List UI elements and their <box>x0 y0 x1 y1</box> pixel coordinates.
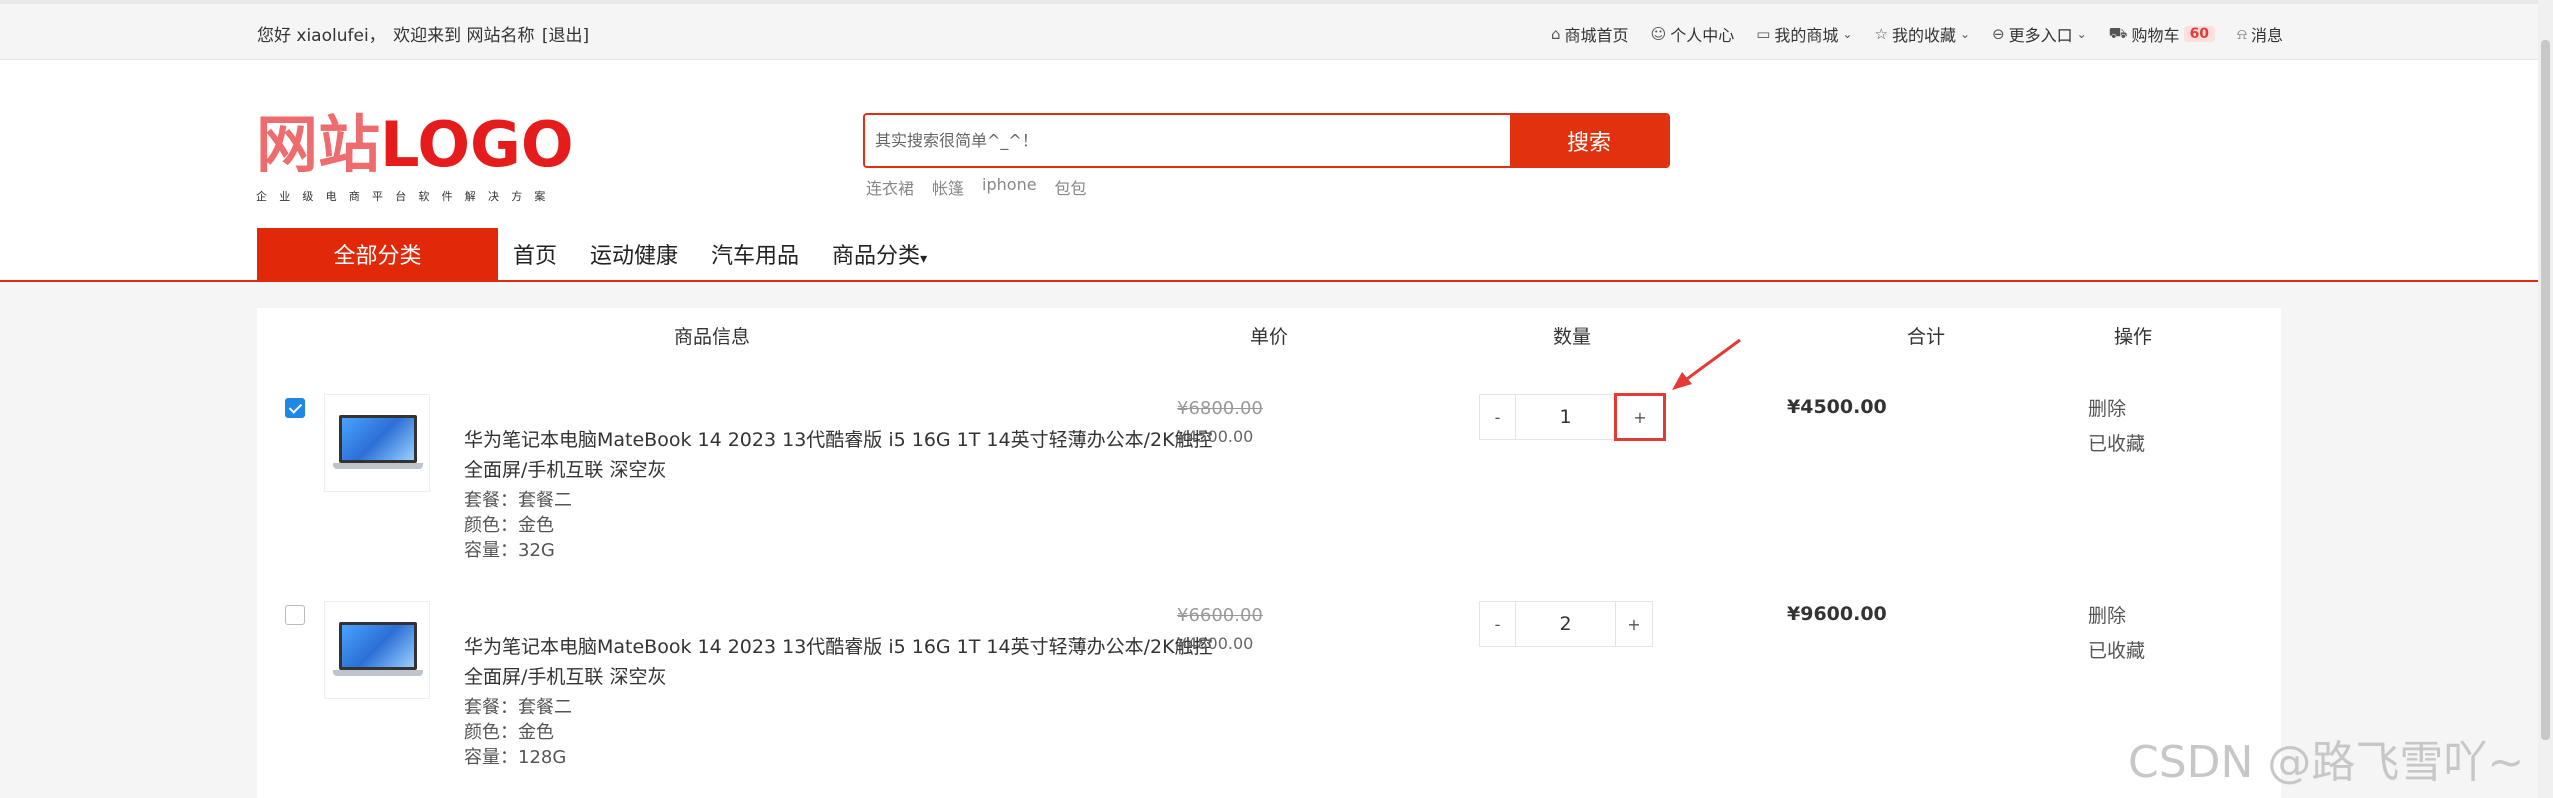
user-icon: ☺ <box>1650 25 1667 43</box>
nav-messages[interactable]: ⍾ 消息 <box>2237 22 2283 46</box>
chevron-down-icon: ⌄ <box>1842 27 1853 41</box>
cart-row: 华为笔记本电脑MateBook 14 2023 13代酷睿版 i5 16G 1T… <box>257 515 2281 768</box>
quantity-value[interactable]: 1 <box>1516 395 1616 439</box>
nav-my-shop-label: 我的商城 <box>1774 26 1839 45</box>
nav-item-categories-label: 商品分类 <box>832 244 921 269</box>
nav-item-home[interactable]: 首页 <box>513 238 557 270</box>
welcome-site: 欢迎来到 网站名称 <box>393 26 535 46</box>
favorite-link[interactable]: 已收藏 <box>2088 427 2145 462</box>
annotation-arrow-icon <box>1672 338 1741 390</box>
cart-table: 商品信息 单价 数量 合计 操作 华为笔记本电脑MateBook 14 2023… <box>257 308 2281 798</box>
delete-link[interactable]: 删除 <box>2088 392 2145 427</box>
product-image[interactable] <box>324 601 430 699</box>
quantity-stepper: - 1 + <box>1479 393 1666 441</box>
caret-down-icon: ▾ <box>920 251 928 267</box>
hot-keyword[interactable]: 连衣裙 <box>866 175 914 199</box>
more-icon: ⊖ <box>1992 25 2005 43</box>
product-spec: 颜色：金色 <box>464 722 554 743</box>
nav-home-label: 商城首页 <box>1564 26 1629 45</box>
product-spec: 套餐：套餐二 <box>464 490 572 511</box>
nav-item-auto[interactable]: 汽车用品 <box>711 238 799 270</box>
delete-link[interactable]: 删除 <box>2088 599 2145 634</box>
home-icon: ⌂ <box>1551 25 1561 43</box>
nav-profile[interactable]: ☺ 个人中心 <box>1651 22 1735 46</box>
cart-count-badge: 60 <box>2183 26 2216 42</box>
chevron-down-icon: ⌄ <box>1959 27 1971 41</box>
increase-button[interactable]: + <box>1614 393 1666 441</box>
shop-icon: ▭ <box>1756 25 1771 43</box>
decrease-button[interactable]: - <box>1480 602 1516 646</box>
nav-cart[interactable]: ⛟ 购物车 60 <box>2108 22 2216 46</box>
unit-price: ¥4500.00 <box>1177 427 1254 446</box>
nav-home[interactable]: ⌂ 商城首页 <box>1551 22 1629 46</box>
welcome-text: 您好 xiaolufei， 欢迎来到 网站名称 [退出] <box>257 21 591 46</box>
increase-button[interactable]: + <box>1616 602 1652 646</box>
star-icon: ☆ <box>1874 25 1888 43</box>
greeting: 您好 xiaolufei， <box>257 26 386 46</box>
product-name[interactable]: 华为笔记本电脑MateBook 14 2023 13代酷睿版 i5 16G 1T… <box>464 425 1214 485</box>
scrollbar-thumb[interactable] <box>2541 40 2550 740</box>
quantity-value[interactable]: 2 <box>1516 602 1616 646</box>
main-nav: 首页 运动健康 汽车用品 商品分类▾ <box>513 238 927 270</box>
nav-more-label: 更多入口 <box>2008 26 2073 45</box>
top-nav: ⌂ 商城首页 ☺ 个人中心 ▭ 我的商城 ⌄ ☆ 我的收藏 ⌄ ⊖ 更多入口 ⌄ ⛟ 购物车 60 … <box>1551 22 2283 46</box>
row-total: ¥9600.00 <box>1787 603 1887 625</box>
watermark: CSDN @路飞雪吖~ <box>2128 737 2525 788</box>
product-name[interactable]: 华为笔记本电脑MateBook 14 2023 13代酷睿版 i5 16G 1T… <box>464 632 1214 692</box>
row-checkbox[interactable] <box>285 605 305 625</box>
cart-icon: ⛟ <box>2108 24 2128 42</box>
search-bar: 搜索 <box>863 113 1670 168</box>
page-scrollbar[interactable] <box>2538 0 2553 798</box>
nav-favorites[interactable]: ☆ 我的收藏 ⌄ <box>1874 22 1970 46</box>
logo-cn: 网站 <box>256 108 381 181</box>
nav-messages-label: 消息 <box>2250 26 2283 45</box>
logo-en: LOGO <box>380 108 574 181</box>
hot-keyword[interactable]: 帐篷 <box>932 175 964 199</box>
original-price: ¥6600.00 <box>1177 605 1263 626</box>
site-logo[interactable]: 网站LOGO 企业级电商平台软件解决方案 <box>256 114 574 204</box>
nav-item-sports[interactable]: 运动健康 <box>590 238 678 270</box>
nav-item-categories[interactable]: 商品分类▾ <box>832 238 927 270</box>
product-spec: 容量：128G <box>464 747 567 768</box>
row-total: ¥4500.00 <box>1787 396 1887 418</box>
nav-my-shop[interactable]: ▭ 我的商城 ⌄ <box>1756 22 1852 46</box>
row-actions: 删除 已收藏 <box>2088 599 2145 669</box>
row-actions: 删除 已收藏 <box>2088 392 2145 462</box>
decrease-button[interactable]: - <box>1480 395 1516 439</box>
top-bar: 您好 xiaolufei， 欢迎来到 网站名称 [退出] ⌂ 商城首页 ☺ 个人中心… <box>0 0 2553 60</box>
cart-row: 华为笔记本电脑MateBook 14 2023 13代酷睿版 i5 16G 1T… <box>257 308 2281 561</box>
nav-cart-label: 购物车 <box>2131 26 2180 45</box>
chevron-down-icon: ⌄ <box>2076 27 2087 41</box>
site-header: 网站LOGO 企业级电商平台软件解决方案 搜索 连衣裙 帐篷 iphone 包包… <box>0 60 2553 282</box>
original-price: ¥6800.00 <box>1177 398 1263 419</box>
hot-keyword[interactable]: 包包 <box>1055 175 1087 199</box>
quantity-stepper: - 2 + <box>1479 601 1653 647</box>
product-image[interactable] <box>324 394 430 492</box>
all-categories-button[interactable]: 全部分类 <box>257 228 498 280</box>
search-button[interactable]: 搜索 <box>1510 115 1668 166</box>
product-spec: 套餐：套餐二 <box>464 697 572 718</box>
bell-icon: ⍾ <box>2237 25 2247 43</box>
logout-link[interactable]: [退出] <box>542 26 589 46</box>
row-checkbox[interactable] <box>285 398 305 418</box>
search-input[interactable] <box>865 115 1510 166</box>
hot-keywords: 连衣裙 帐篷 iphone 包包 <box>866 175 1087 199</box>
hot-keyword[interactable]: iphone <box>982 175 1037 199</box>
nav-more[interactable]: ⊖ 更多入口 ⌄ <box>1992 22 2087 46</box>
logo-subtitle: 企业级电商平台软件解决方案 <box>256 190 558 203</box>
nav-favorites-label: 我的收藏 <box>1891 26 1956 45</box>
unit-price: ¥4800.00 <box>1177 634 1254 653</box>
favorite-link[interactable]: 已收藏 <box>2088 634 2145 669</box>
nav-profile-label: 个人中心 <box>1670 26 1735 45</box>
